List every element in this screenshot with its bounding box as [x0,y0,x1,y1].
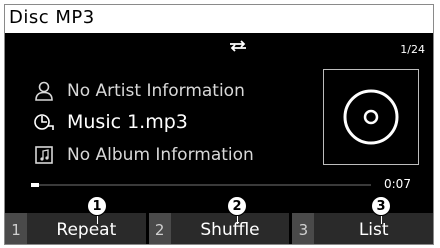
softkey-label: List [358,219,389,240]
album-icon [35,146,53,164]
album-name: No Album Information [67,145,254,165]
callout-marker: 3 [371,196,391,224]
head-unit-display: Disc MP3 1/24 No Artist Information Musi… [4,4,434,245]
disc-icon [343,89,399,145]
softkey-number: 3 [292,213,315,244]
callout-marker: 2 [227,196,247,224]
repeat-icon [230,40,246,52]
song-row: Music 1.mp3 [33,109,188,135]
softkey-number: 2 [148,213,171,244]
softkey-label: Shuffle [200,219,260,240]
softkey-bar: 1 Repeat 2 Shuffle 3 List [5,213,433,244]
repeat-button[interactable]: 1 Repeat [5,213,146,244]
person-icon [35,81,53,101]
screen: Disc MP3 1/24 No Artist Information Musi… [0,0,440,248]
artist-row: No Artist Information [33,78,245,104]
song-title: Music 1.mp3 [67,111,188,133]
elapsed-time: 0:07 [384,177,411,191]
album-row: No Album Information [33,142,254,168]
track-counter: 1/24 [400,43,425,56]
softkey-number: 1 [5,213,27,244]
list-button[interactable]: 3 List [292,213,433,244]
shuffle-button[interactable]: 2 Shuffle [148,213,290,244]
album-art [323,69,419,165]
title-bar: Disc MP3 [5,5,433,35]
music-note-icon [34,114,54,130]
page-title: Disc MP3 [9,7,95,28]
progress-fill [31,183,39,187]
artist-name: No Artist Information [67,81,245,101]
softkey-label: Repeat [56,219,117,240]
progress-bar[interactable] [31,183,371,187]
callout-marker: 1 [87,196,107,224]
